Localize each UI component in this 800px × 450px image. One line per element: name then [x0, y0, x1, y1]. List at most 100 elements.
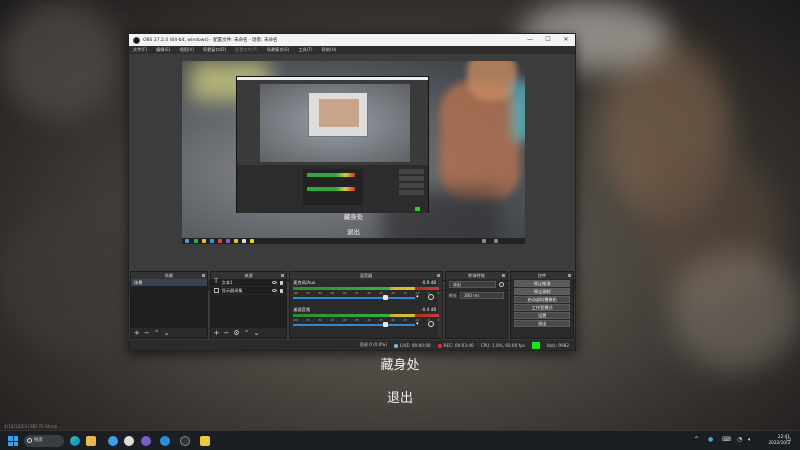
undock-icon[interactable] [436, 274, 440, 277]
close-button[interactable]: ✕ [557, 34, 575, 46]
canvas-taskbar-icon [202, 239, 206, 243]
start-virtual-camera-button[interactable]: 启动虚拟摄像机 [514, 296, 570, 303]
duration-input[interactable]: 300 ms [459, 292, 505, 299]
preview-area: 藏身处 退出 显示器采集 属性 滤镜 显示器 显示器 [129, 54, 575, 290]
menu-help[interactable]: 帮助(H) [322, 47, 337, 53]
meter-tick-label: 0 [437, 318, 440, 322]
volume-slider-handle[interactable] [382, 295, 388, 300]
transition-type-select[interactable]: 淡出 [448, 281, 497, 288]
visibility-eye-icon[interactable] [272, 289, 278, 292]
undock-icon[interactable] [567, 274, 571, 277]
lock-icon[interactable] [280, 280, 284, 285]
meter-tick-label: -55 [305, 291, 311, 295]
notification-icon[interactable]: ▭ [786, 436, 792, 443]
meter-tick-label: -20 [390, 291, 396, 295]
canvas-taskbar-icon [218, 239, 222, 243]
edge-icon[interactable] [70, 436, 80, 446]
mixer-dock: 混音器 麦克风/Aux -0.9 dB -60 -55 -50 -45 -40 -35 -3… [289, 271, 443, 339]
speaker-icon[interactable]: 🔈︎ [748, 436, 752, 444]
undock-icon[interactable] [281, 274, 285, 277]
canvas-taskbar-icon [185, 239, 189, 243]
dropped-frames: 丢帧 0 (0.0%) [359, 342, 388, 347]
start-button[interactable] [8, 436, 18, 446]
undock-icon[interactable] [201, 274, 205, 277]
file-explorer-icon[interactable] [86, 436, 96, 446]
speaker-icon[interactable]: 🔈︎ [416, 320, 420, 328]
app-icon[interactable] [141, 436, 151, 446]
chrome-icon[interactable] [124, 436, 134, 446]
lock-icon[interactable] [280, 288, 284, 293]
remove-scene-icon[interactable]: − [144, 329, 150, 337]
remove-source-icon[interactable]: − [224, 329, 230, 337]
meter-tick-label: -35 [354, 318, 359, 322]
menu-file[interactable]: 文件(F) [133, 47, 147, 53]
volume-slider[interactable] [293, 324, 416, 326]
move-down-icon[interactable]: ⌄ [164, 329, 170, 337]
controls-dock: 控件 停止推流 停止录制 启动虚拟摄像机 工作室模式 设置 退出 [510, 271, 574, 339]
visibility-eye-icon[interactable] [272, 281, 278, 284]
settings-button[interactable]: 设置 [514, 312, 570, 319]
live-indicator-icon [394, 343, 399, 348]
stop-recording-button[interactable]: 停止录制 [514, 288, 570, 295]
meter-tick-label: -45 [329, 291, 335, 295]
move-down-icon[interactable]: ⌄ [254, 329, 260, 337]
minimize-button[interactable]: — [521, 34, 539, 46]
source-name: 文本1 [221, 279, 233, 285]
mixer-header: 混音器 [290, 272, 442, 279]
source-properties-gear-icon[interactable]: ⚙ [233, 329, 239, 337]
gear-icon[interactable] [499, 282, 505, 287]
nested-window-content [319, 99, 359, 127]
volume-slider[interactable] [293, 297, 416, 299]
meter-tick-label: -45 [329, 318, 335, 322]
network-icon[interactable]: ◔ [737, 436, 742, 443]
menu-profile[interactable]: 配置文件(P) [235, 47, 258, 53]
undock-icon[interactable] [502, 274, 506, 277]
canvas-taskbar [182, 238, 525, 244]
windows-logo-icon [8, 436, 13, 441]
menu-edit[interactable]: 编辑(E) [156, 47, 170, 53]
studio-mode-button[interactable]: 工作室模式 [514, 304, 570, 311]
canvas-taskbar-icon [194, 239, 198, 243]
controls-header: 控件 [511, 272, 573, 279]
scenes-header: 场景 [131, 272, 207, 279]
move-up-icon[interactable]: ⌃ [244, 329, 250, 337]
preview-canvas[interactable]: 藏身处 退出 [182, 61, 525, 244]
title-bar[interactable]: OBS 27.2.4 (64-bit, windows) - 配置文件: 未命名… [129, 34, 575, 46]
volume-slider-handle[interactable] [382, 322, 388, 327]
canvas-text-hideout: 藏身处 [343, 213, 364, 221]
stop-streaming-button[interactable]: 停止推流 [514, 280, 570, 287]
scene-item[interactable]: 场景 [131, 279, 207, 286]
move-up-icon[interactable]: ⌃ [154, 329, 160, 337]
add-scene-icon[interactable]: + [134, 329, 140, 337]
gear-icon[interactable] [428, 294, 435, 300]
meter-tick-label: -55 [305, 318, 311, 322]
scenes-list: 场景 [131, 279, 207, 328]
gear-icon[interactable] [428, 321, 435, 327]
canvas-taskbar-icon [250, 239, 254, 243]
taskbar-search[interactable]: 搜索 [24, 435, 64, 447]
nested-canvas [260, 84, 410, 162]
chevron-up-icon[interactable]: ^ [694, 436, 699, 443]
menu-tools[interactable]: 工具(T) [298, 47, 312, 53]
tray-app-icon[interactable]: ● [708, 436, 713, 443]
maximize-button[interactable]: ☐ [539, 34, 557, 46]
channel-name: 桌面音频 [293, 307, 311, 312]
add-source-icon[interactable]: + [214, 329, 220, 337]
menu-scene-collection[interactable]: 场景集合(S) [267, 47, 290, 53]
obs-taskbar-icon[interactable] [180, 436, 190, 446]
menu-docks[interactable]: 停靠窗口(D) [203, 47, 226, 53]
menu-view[interactable]: 视图(V) [179, 47, 194, 53]
status-bar: 丢帧 0 (0.0%) LIVE: 00:00:00 REC: 00:03:40… [129, 340, 575, 350]
keyboard-icon[interactable]: ⌨ [722, 436, 731, 443]
app-icon[interactable] [160, 436, 170, 446]
obs-window: OBS 27.2.4 (64-bit, windows) - 配置文件: 未命名… [128, 33, 576, 351]
canvas-taskbar-icon [210, 239, 214, 243]
windows-logo-icon [8, 441, 13, 446]
channel-name: 麦克风/Aux [293, 280, 316, 285]
exit-button[interactable]: 退出 [514, 320, 570, 327]
rec-indicator-icon [437, 343, 442, 348]
app-icon[interactable] [108, 436, 118, 446]
speaker-icon[interactable]: 🔈︎ [416, 293, 420, 301]
app-icon[interactable] [200, 436, 210, 446]
source-item-display-capture[interactable]: 显示器采集 [210, 287, 287, 295]
